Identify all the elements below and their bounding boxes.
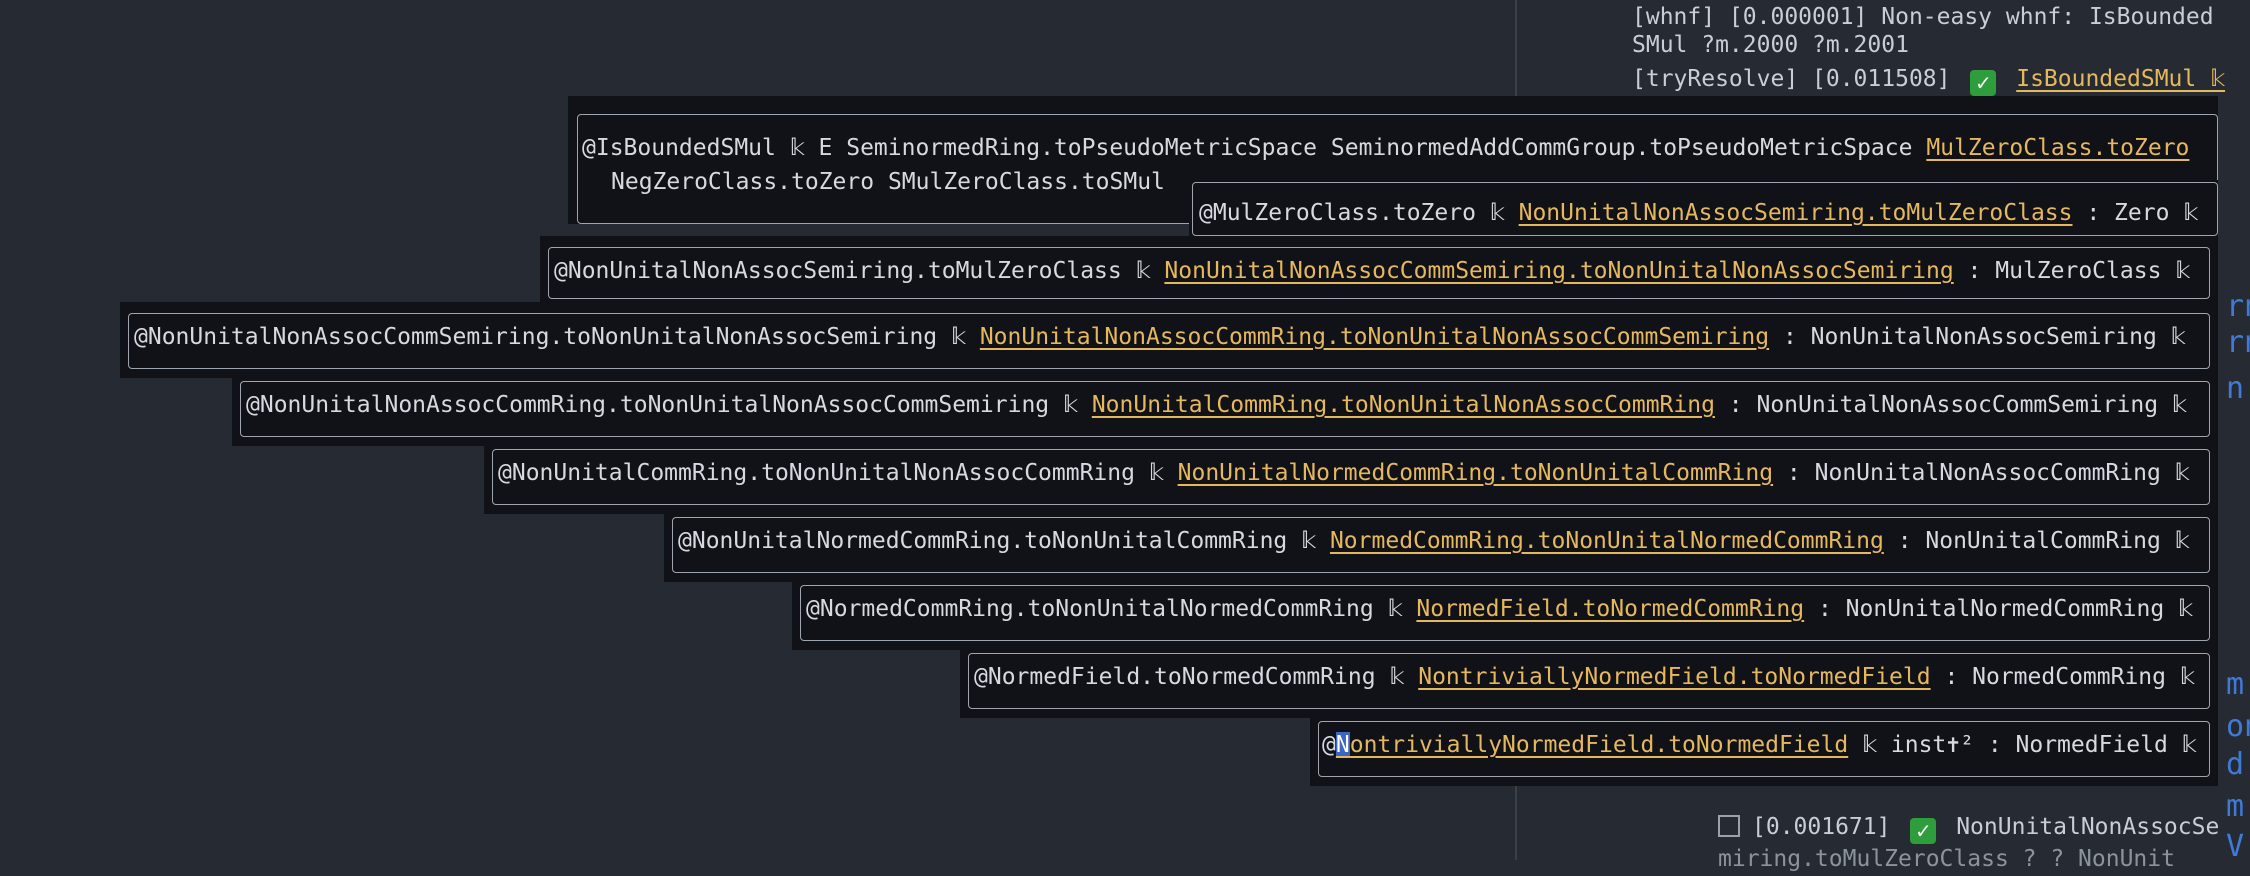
term-type: : NonUnitalNonAssocCommSemiring 𝕜: [1714, 392, 2187, 418]
trace-link[interactable]: IsBoundedSMul 𝕜: [2016, 66, 2225, 92]
term-text: @: [1322, 732, 1336, 758]
term-text: @NormedField.toNormedCommRing 𝕜: [974, 664, 1419, 690]
popup-text: @NonUnitalNonAssocSemiring.toMulZeroClas…: [554, 253, 2190, 289]
term-type: 𝕜 inst✝² : NormedField 𝕜: [1848, 732, 2197, 758]
edge-fragment: rn: [2226, 325, 2250, 360]
trace-line-cutoff: miring.toMulZeroClass ? ? NonUnit: [1718, 842, 2175, 876]
edge-fragment: m: [2226, 789, 2245, 824]
trace-text: [0.001671]: [1752, 814, 1891, 840]
edge-fragment: m: [2226, 667, 2245, 702]
trace-text: SMul ?m.2000 ?m.2001: [1632, 32, 1909, 58]
trace-line-tryresolve[interactable]: [tryResolve] [0.011508] ✓ IsBoundedSMul …: [1632, 62, 2225, 96]
trace-text: miring.toMulZeroClass ? ? NonUnit: [1718, 846, 2175, 872]
popup-text: @NonUnitalNonAssocCommRing.toNonUnitalNo…: [246, 387, 2187, 423]
popup-text: @NormedCommRing.toNonUnitalNormedCommRin…: [806, 591, 2193, 627]
check-icon: ✓: [1910, 818, 1937, 844]
text-cursor: N: [1335, 732, 1350, 758]
term-text: @NonUnitalNonAssocCommRing.toNonUnitalNo…: [246, 392, 1092, 418]
hover-popup-tomulzeroclass: @NonUnitalNonAssocSemiring.toMulZeroClas…: [540, 236, 2218, 308]
term-text: NegZeroClass.toZero SMulZeroClass.toSMul: [611, 169, 1165, 195]
popup-text-line2: NegZeroClass.toZero SMulZeroClass.toSMul: [611, 164, 1165, 200]
term-type: : NonUnitalNonAssocSemiring 𝕜: [1769, 324, 2186, 350]
term-link[interactable]: NonUnitalNonAssocCommRing.toNonUnitalNon…: [980, 324, 1769, 350]
term-type: : NonUnitalNonAssocCommRing 𝕜: [1773, 460, 2190, 486]
term-link-rest: ontriviallyNormedField.toNormedField: [1349, 732, 1849, 758]
popup-text: @NontriviallyNormedField.toNormedField 𝕜…: [1322, 727, 2197, 763]
edge-fragment: on: [2226, 709, 2250, 744]
popup-text: @MulZeroClass.toZero 𝕜 NonUnitalNonAssoc…: [1199, 195, 2198, 231]
hover-popup-nonassoccommsemiring: @NonUnitalNonAssocCommSemiring.toNonUnit…: [120, 302, 2218, 378]
popup-text: @NormedField.toNormedCommRing 𝕜 Nontrivi…: [974, 659, 2195, 695]
popup-text: @IsBoundedSMul 𝕜 E SeminormedRing.toPseu…: [582, 130, 2189, 166]
term-link[interactable]: NormedField.toNormedCommRing: [1416, 596, 1804, 622]
term-text: @NonUnitalNormedCommRing.toNonUnitalComm…: [678, 528, 1330, 554]
term-type: : NonUnitalCommRing 𝕜: [1883, 528, 2190, 554]
trace-text: NonUnitalNonAssocSe: [1956, 814, 2220, 840]
edge-fragment: rn: [2226, 289, 2250, 324]
hover-popup-nontriviallynormedfield: @NontriviallyNormedField.toNormedField 𝕜…: [1310, 710, 2218, 786]
term-text: @NonUnitalNonAssocSemiring.toMulZeroClas…: [554, 258, 1165, 284]
term-link[interactable]: NonUnitalNonAssocCommSemiring.toNonUnita…: [1164, 258, 1953, 284]
hover-popup-normedfield: @NormedField.toNormedCommRing 𝕜 Nontrivi…: [960, 642, 2218, 718]
term-text: @IsBoundedSMul 𝕜 E SeminormedRing.toPseu…: [582, 135, 1927, 161]
term-link[interactable]: MulZeroClass.toZero: [1926, 135, 2189, 161]
edge-fragment: n: [2226, 371, 2245, 406]
edge-fragment: d: [2226, 747, 2245, 782]
term-link[interactable]: NonUnitalNonAssocSemiring.toMulZeroClass: [1519, 200, 2073, 226]
trace-line-bottom[interactable]: [0.001671] ✓ NonUnitalNonAssocSe: [1718, 810, 2219, 844]
term-link[interactable]: NontriviallyNormedField.toNormedField: [1335, 732, 1849, 758]
term-text: @MulZeroClass.toZero 𝕜: [1199, 200, 1519, 226]
hover-popup-nonunitalnormedcommring: @NonUnitalNormedCommRing.toNonUnitalComm…: [664, 506, 2218, 582]
term-text: @NonUnitalCommRing.toNonUnitalNonAssocCo…: [498, 460, 1178, 486]
term-link[interactable]: NontriviallyNormedField.toNormedField: [1418, 664, 1930, 690]
hover-popup-noncommring: @NonUnitalCommRing.toNonUnitalNonAssocCo…: [484, 438, 2218, 514]
term-text: @NonUnitalNonAssocCommSemiring.toNonUnit…: [134, 324, 980, 350]
popup-text: @NonUnitalNormedCommRing.toNonUnitalComm…: [678, 523, 2190, 559]
trace-line-smul: SMul ?m.2000 ?m.2001: [1632, 28, 1909, 62]
term-type: : Zero 𝕜: [2072, 200, 2199, 226]
edge-fragment: V: [2226, 829, 2245, 864]
popup-text: @NonUnitalCommRing.toNonUnitalNonAssocCo…: [498, 455, 2190, 491]
term-link[interactable]: NonUnitalNormedCommRing.toNonUnitalCommR…: [1178, 460, 1773, 486]
hover-popup-mulzeroclass-tozero: @MulZeroClass.toZero 𝕜 NonUnitalNonAssoc…: [1189, 180, 2218, 238]
hover-popup-normedcommring: @NormedCommRing.toNonUnitalNormedCommRin…: [792, 574, 2218, 650]
term-text: @NormedCommRing.toNonUnitalNormedCommRin…: [806, 596, 1417, 622]
check-icon: ✓: [1970, 70, 1997, 96]
term-link[interactable]: NormedCommRing.toNonUnitalNormedCommRing: [1330, 528, 1884, 554]
term-type: : NonUnitalNormedCommRing 𝕜: [1804, 596, 2193, 622]
trace-text: [whnf] [0.000001] Non-easy whnf: IsBound…: [1632, 4, 2214, 30]
hover-popup-nonassoccommring: @NonUnitalNonAssocCommRing.toNonUnitalNo…: [232, 370, 2218, 446]
term-type: : MulZeroClass 𝕜: [1953, 258, 2191, 284]
popup-text: @NonUnitalNonAssocCommSemiring.toNonUnit…: [134, 319, 2186, 355]
term-link[interactable]: NonUnitalCommRing.toNonUnitalNonAssocCom…: [1092, 392, 1715, 418]
trace-text: [tryResolve] [0.011508]: [1632, 66, 1951, 92]
term-type: : NormedCommRing 𝕜: [1930, 664, 2195, 690]
expand-toggle[interactable]: [1718, 815, 1740, 837]
